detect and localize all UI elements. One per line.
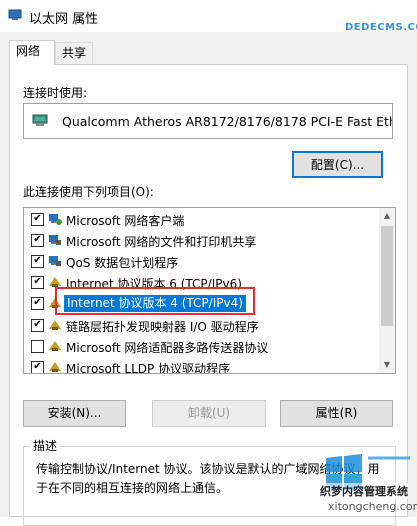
file-printer-share-icon [49,235,61,245]
network-card-icon [32,114,48,126]
checkbox[interactable]: ✔ [31,319,44,332]
properties-button[interactable]: 属性(R) [280,400,393,427]
adapter-field: Qualcomm Atheros AR8172/8176/8178 PCI-E … [23,103,393,139]
install-button[interactable]: 安装(N)... [23,400,126,427]
list-item-label: QoS 数据包计划程序 [66,256,179,270]
list-item-label: 链路层拓扑发现映射器 I/O 驱动程序 [66,320,259,334]
window-title: 以太网 属性 [29,12,99,27]
protocol-icon [49,362,61,372]
list-item[interactable]: ✔ 链路层拓扑发现映射器 I/O 驱动程序 [24,316,376,336]
uninstall-button[interactable]: 卸载(U) [152,400,266,427]
items-label: 此连接使用下列项目(O): [23,185,154,199]
list-item[interactable]: Microsoft 网络适配器多路传送器协议 [24,337,376,357]
scroll-up-icon[interactable]: ▲ [379,208,395,224]
list-item-label: Microsoft 网络的文件和打印机共享 [66,235,257,249]
description-legend: 描述 [30,437,61,454]
checkbox[interactable]: ✔ [31,297,44,310]
list-item[interactable]: ✔ Microsoft 网络客户端 [24,210,376,230]
checkbox[interactable] [31,340,44,353]
connect-using-label: 连接时使用: [23,86,88,100]
tab-sharing[interactable]: 共享 [55,42,93,64]
list-item[interactable]: ✔ QoS 数据包计划程序 [24,252,376,272]
checkbox[interactable]: ✔ [31,276,44,289]
protocol-icon [49,320,61,330]
checkbox[interactable]: ✔ [31,255,44,268]
list-item-label: Microsoft 网络适配器多路传送器协议 [66,341,269,355]
watermark-text: 织梦内容管理系统 [320,483,408,499]
checkbox[interactable]: ✔ [31,234,44,247]
network-adapter-icon [8,9,22,20]
tab-network[interactable]: 网络 [9,40,55,65]
watermark-domain: xitongcheng.com [328,500,417,513]
configure-button[interactable]: 配置(C)... [292,151,383,178]
adapter-name: Qualcomm Atheros AR8172/8176/8178 PCI-E … [62,114,393,129]
scroll-down-icon[interactable]: ▼ [379,357,395,373]
qos-scheduler-icon [49,256,61,266]
scrollbar[interactable]: ▲ ▼ [379,208,395,373]
checkbox[interactable]: ✔ [31,213,44,226]
network-client-icon [49,214,62,225]
list-item[interactable]: ✔ Microsoft 网络的文件和打印机共享 [24,231,376,251]
protocol-icon [49,341,61,351]
checkbox[interactable]: ✔ [31,361,44,373]
list-item-label: Microsoft LLDP 协议驱动程序 [66,362,231,374]
list-item[interactable]: ✔ Microsoft LLDP 协议驱动程序 [24,358,376,374]
highlight-annotation [55,287,255,315]
list-item-label: Microsoft 网络客户端 [66,214,185,228]
scroll-thumb[interactable] [381,226,393,326]
watermark-url: DEDECMS.COM [345,22,417,33]
